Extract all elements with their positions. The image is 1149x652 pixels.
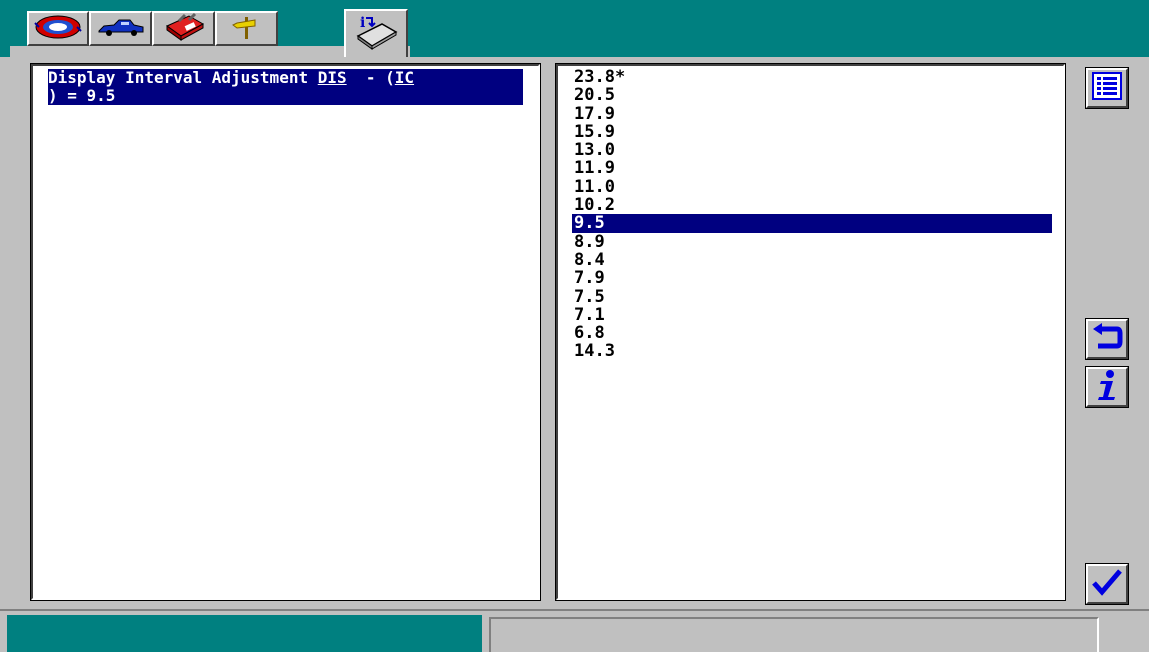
tab-toolbox[interactable] xyxy=(152,11,215,46)
tab-vehicle-id[interactable] xyxy=(27,11,89,46)
list-item[interactable]: 20.5 xyxy=(572,86,1052,104)
list-item[interactable]: 14.3 xyxy=(572,342,1052,360)
list-item-selected[interactable]: 9.5 xyxy=(572,214,1052,233)
list-item[interactable]: 13.0 xyxy=(572,141,1052,159)
list-item[interactable]: 6.8 xyxy=(572,324,1052,342)
list-item[interactable]: 11.0 xyxy=(572,178,1052,196)
info-button[interactable] xyxy=(1085,366,1129,408)
list-button[interactable] xyxy=(1085,67,1129,109)
tab-vehicle[interactable] xyxy=(89,11,152,46)
back-button[interactable] xyxy=(1085,318,1129,360)
list-item[interactable]: 7.9 xyxy=(572,269,1052,287)
info-icon xyxy=(1093,369,1121,405)
car-icon xyxy=(96,14,146,44)
confirm-button[interactable] xyxy=(1085,563,1129,605)
list-item[interactable]: 15.9 xyxy=(572,123,1052,141)
description-text: Display Interval Adjustment DIS - (IC ) … xyxy=(48,69,523,105)
list-item[interactable]: 10.2 xyxy=(572,196,1052,214)
vehicle-id-icon xyxy=(33,14,83,44)
info-book-icon: i xyxy=(352,14,400,54)
description-prefix: Display Interval Adjustment xyxy=(48,68,318,87)
list-icon xyxy=(1092,72,1122,104)
bottom-status-bar xyxy=(7,615,482,652)
description-value-line: ) = 9.5 xyxy=(48,86,116,105)
list-item[interactable]: 8.4 xyxy=(572,251,1052,269)
description-mid: - ( xyxy=(346,68,395,87)
value-list[interactable]: 23.8* 20.5 17.9 15.9 13.0 11.9 11.0 10.2… xyxy=(572,68,1052,361)
list-item[interactable]: 7.1 xyxy=(572,306,1052,324)
status-field xyxy=(489,617,1099,652)
bottom-divider xyxy=(0,609,1149,611)
dis-link[interactable]: DIS xyxy=(318,68,347,87)
toolbox-icon xyxy=(159,12,209,46)
tab-signpost[interactable] xyxy=(215,11,278,46)
value-list-panel[interactable]: 23.8* 20.5 17.9 15.9 13.0 11.9 11.0 10.2… xyxy=(555,63,1066,601)
list-item[interactable]: 23.8* xyxy=(572,68,1052,86)
svg-text:i: i xyxy=(360,15,365,31)
signpost-icon xyxy=(227,13,267,45)
list-item[interactable]: 7.5 xyxy=(572,287,1052,306)
list-item[interactable]: 11.9 xyxy=(572,159,1052,177)
back-icon xyxy=(1091,323,1123,355)
list-item[interactable]: 17.9 xyxy=(572,104,1052,123)
tab-info-book[interactable]: i xyxy=(344,9,408,57)
description-panel: Display Interval Adjustment DIS - (IC ) … xyxy=(30,63,541,601)
checkmark-icon xyxy=(1091,568,1123,600)
list-item[interactable]: 8.9 xyxy=(572,233,1052,251)
ic-link[interactable]: IC xyxy=(395,68,414,87)
